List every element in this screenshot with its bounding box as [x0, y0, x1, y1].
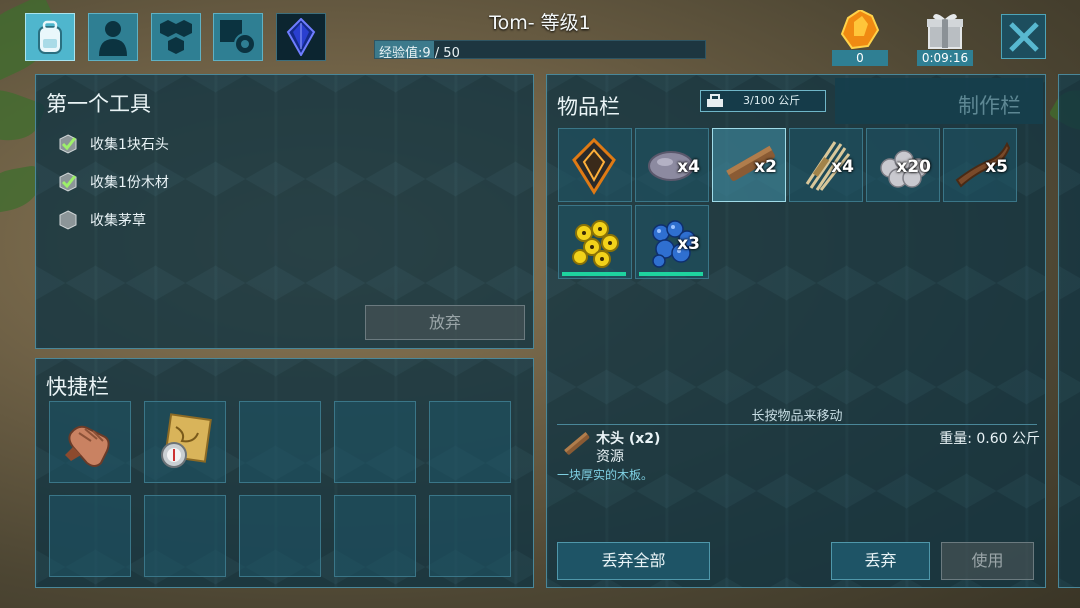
- hotbar-slot[interactable]: [334, 495, 416, 577]
- incomplete-task-icon: [59, 210, 77, 230]
- tasks-panel-title: 第一个工具: [46, 92, 151, 116]
- tribe-tab-button[interactable]: [276, 13, 326, 61]
- item-quantity: x4: [677, 157, 700, 177]
- item-type: 资源: [596, 449, 624, 465]
- wood-icon: [564, 432, 590, 455]
- abandon-button[interactable]: 放弃: [365, 305, 525, 340]
- drop-button[interactable]: 丢弃: [831, 542, 930, 580]
- item-name: 木头 (x2): [596, 431, 661, 447]
- amber-icon: [840, 10, 880, 50]
- hotbar-slot[interactable]: [429, 401, 511, 483]
- checkmark-icon: [59, 172, 77, 192]
- inventory-slot[interactable]: x20: [866, 128, 940, 202]
- inventory-title[interactable]: 物品栏: [557, 91, 620, 121]
- spoil-timer-bar: [639, 272, 703, 276]
- item-weight: 重量: 0.60 公斤: [939, 431, 1040, 447]
- character-icon: [99, 21, 127, 56]
- inventory-slot[interactable]: x3: [635, 205, 709, 279]
- inventory-slot[interactable]: x4: [635, 128, 709, 202]
- hand-icon: [59, 411, 121, 477]
- hotbar-slot[interactable]: [239, 495, 321, 577]
- weight-icon: [707, 94, 723, 107]
- drop-all-button[interactable]: 丢弃全部: [557, 542, 710, 580]
- engrams-icon: [160, 20, 192, 54]
- inventory-slot[interactable]: [558, 205, 632, 279]
- hotbar-title: 快捷栏: [46, 375, 109, 399]
- xp-label: 经验值:9 / 50: [379, 46, 460, 61]
- item-quantity: x2: [754, 157, 777, 177]
- hotbar-slot[interactable]: [429, 495, 511, 577]
- item-description: 一块厚实的木板。: [557, 468, 654, 482]
- move-hint: 长按物品来移动: [751, 409, 843, 424]
- hotbar-slot[interactable]: [144, 401, 226, 483]
- hotbar-slot[interactable]: [334, 401, 416, 483]
- item-quantity: x20: [896, 157, 931, 177]
- side-panel-edge: [1058, 74, 1080, 588]
- weight-indicator: 3/100 公斤: [700, 90, 826, 112]
- player-name-level: Tom- 等级1: [489, 12, 591, 34]
- task-item-wood: 收集1份木材: [58, 171, 169, 193]
- hotbar-slot[interactable]: [144, 495, 226, 577]
- yellow-berries-icon: [566, 213, 626, 277]
- close-icon: [1008, 21, 1039, 52]
- item-quantity: x4: [831, 157, 854, 177]
- task-label: 收集1块石头: [90, 137, 169, 153]
- amber-currency[interactable]: 0: [832, 10, 888, 66]
- divider: [557, 424, 1037, 425]
- engrams-tab-button[interactable]: [151, 13, 201, 61]
- backpack-icon: [38, 20, 62, 54]
- weight-label: 3/100 公斤: [743, 94, 801, 107]
- gift-timer[interactable]: 0:09:16: [917, 10, 973, 66]
- inventory-slot[interactable]: x5: [943, 128, 1017, 202]
- item-quantity: x3: [677, 234, 700, 254]
- task-item-stone: 收集1块石头: [58, 133, 169, 155]
- inventory-slot[interactable]: x4: [789, 128, 863, 202]
- checkmark-icon: [59, 134, 77, 154]
- use-button[interactable]: 使用: [941, 542, 1034, 580]
- item-quantity: x5: [985, 157, 1008, 177]
- hotbar-slot[interactable]: [49, 401, 131, 483]
- task-label: 收集茅草: [90, 213, 146, 229]
- inventory-slot[interactable]: x2: [712, 128, 786, 202]
- close-button[interactable]: [1001, 14, 1046, 59]
- tab-crafting[interactable]: 制作栏: [835, 78, 1043, 124]
- character-tab-button[interactable]: [88, 13, 138, 61]
- settings-tab-button[interactable]: [213, 13, 263, 61]
- specimen-implant-icon: [566, 136, 622, 200]
- inventory-slot[interactable]: [558, 128, 632, 202]
- task-item-thatch: 收集茅草: [58, 209, 146, 231]
- spoil-timer-bar: [562, 272, 626, 276]
- gift-timer-label: 0:09:16: [917, 50, 973, 66]
- amber-count: 0: [832, 50, 888, 66]
- xp-bar: 经验值:9 / 50: [374, 40, 706, 61]
- tribe-crystal-icon: [286, 18, 316, 56]
- hotbar-slot[interactable]: [49, 495, 131, 577]
- hotbar-slot[interactable]: [239, 401, 321, 483]
- inventory-tab-button[interactable]: [25, 13, 75, 61]
- map-compass-icon: [154, 411, 216, 477]
- gift-box-icon: [927, 13, 963, 49]
- task-label: 收集1份木材: [90, 175, 169, 191]
- settings-icon: [220, 20, 256, 55]
